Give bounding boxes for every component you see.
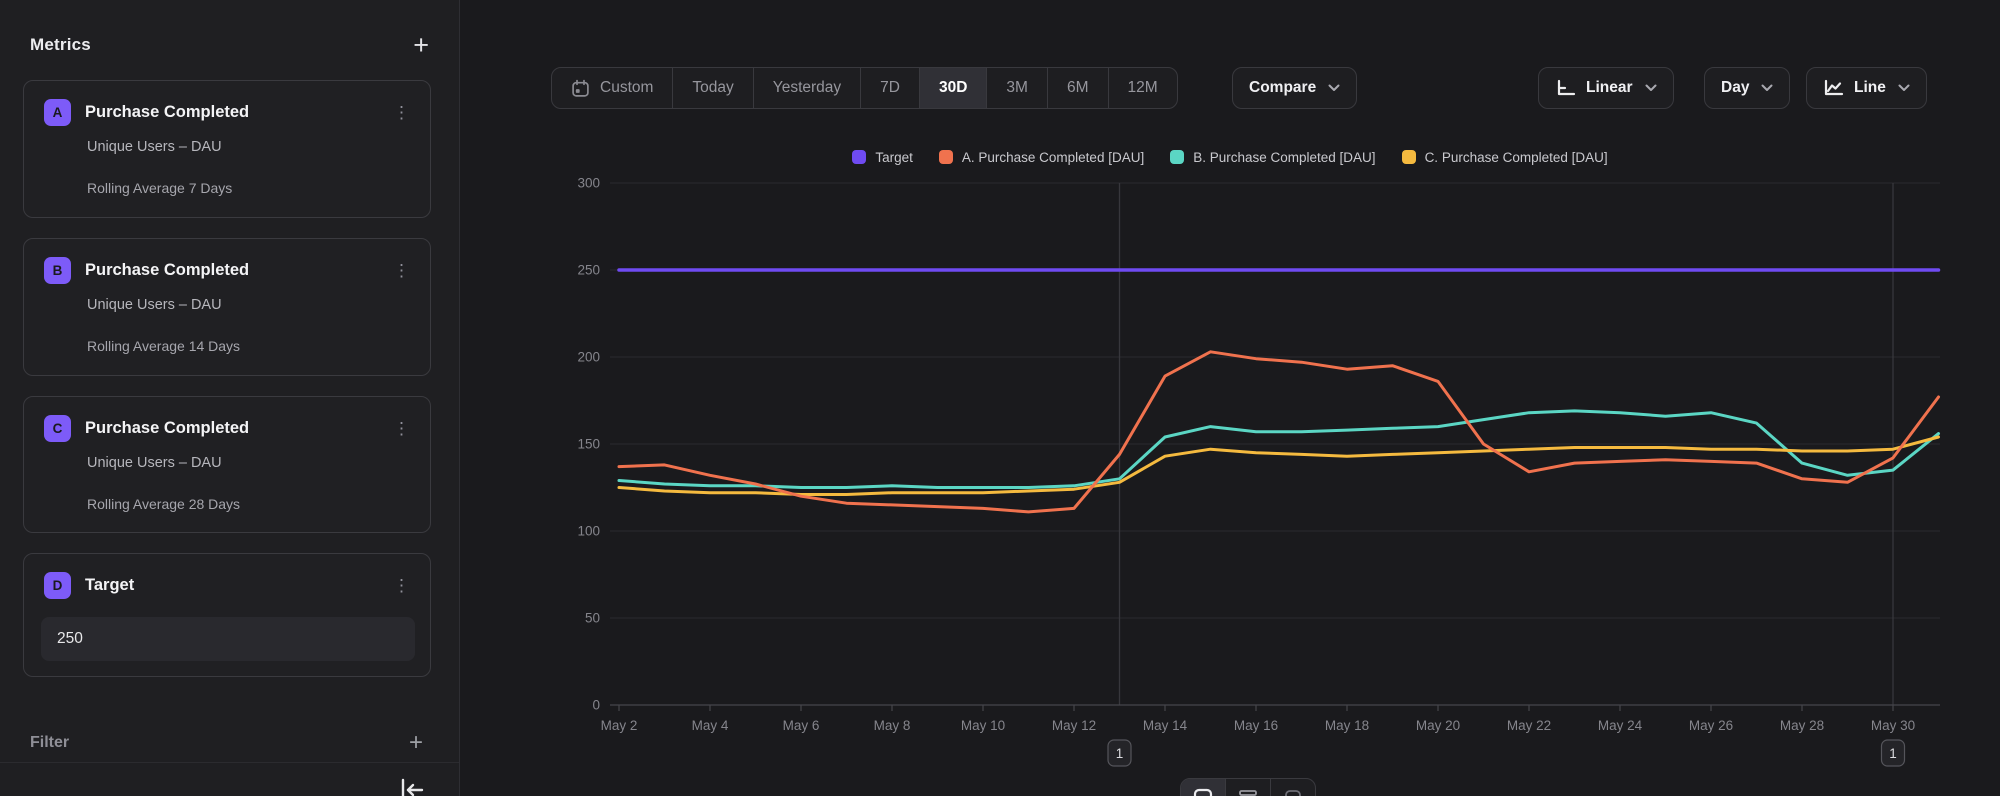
- card-outline-icon: [1283, 788, 1303, 796]
- y-axis-label: 300: [577, 176, 600, 191]
- chart-canvas[interactable]: 0 50 100 150 200 250 300 May 2 May 4 May 6 May 8 Ma…: [460, 0, 2000, 796]
- x-axis-label: May 24: [1598, 718, 1643, 733]
- metric-measure-b: Unique Users – DAU: [87, 297, 222, 313]
- filter-section: Filter +: [30, 728, 423, 758]
- card-view-button[interactable]: [1271, 779, 1315, 796]
- metric-transform-c: Rolling Average 28 Days: [87, 496, 240, 512]
- metric-card-d[interactable]: D Target ⋮ 250: [23, 553, 431, 677]
- kebab-menu-icon[interactable]: ⋮: [387, 102, 416, 123]
- metric-title-a: Purchase Completed: [85, 103, 387, 122]
- series-line-c: [619, 437, 1939, 495]
- metric-measure-c: Unique Users – DAU: [87, 455, 222, 471]
- metric-badge-b: B: [44, 257, 71, 284]
- x-axis-label: May 10: [961, 718, 1005, 733]
- y-axis-label: 0: [592, 698, 600, 713]
- x-axis-label: May 28: [1780, 718, 1824, 733]
- metric-card-c[interactable]: C Purchase Completed ⋮ Unique Users – DA…: [23, 396, 431, 533]
- filter-label: Filter: [30, 734, 69, 752]
- metric-card-b[interactable]: B Purchase Completed ⋮ Unique Users – DA…: [23, 238, 431, 376]
- metric-badge-c: C: [44, 415, 71, 442]
- chart-view-button[interactable]: [1181, 779, 1226, 796]
- y-axis-label: 50: [585, 611, 600, 626]
- metric-measure-a: Unique Users – DAU: [87, 139, 222, 155]
- metric-transform-a: Rolling Average 7 Days: [87, 180, 232, 196]
- x-axis-label: May 2: [601, 718, 638, 733]
- x-axis-label: May 18: [1325, 718, 1369, 733]
- target-value-input[interactable]: 250: [41, 617, 415, 661]
- metric-title-d: Target: [85, 576, 387, 595]
- add-filter-button[interactable]: +: [409, 730, 423, 756]
- metric-transform-b: Rolling Average 14 Days: [87, 338, 240, 354]
- metric-card-a[interactable]: A Purchase Completed ⋮ Unique Users – DA…: [23, 80, 431, 218]
- x-axis-label: May 20: [1416, 718, 1460, 733]
- y-axis-label: 250: [577, 263, 600, 278]
- metrics-sidebar: Metrics + A Purchase Completed ⋮ Unique …: [0, 0, 460, 796]
- table-rows-icon: [1238, 788, 1258, 796]
- kebab-menu-icon[interactable]: ⋮: [387, 418, 416, 439]
- table-view-button[interactable]: [1226, 779, 1271, 796]
- metric-title-b: Purchase Completed: [85, 261, 387, 280]
- metric-badge-d: D: [44, 572, 71, 599]
- kebab-menu-icon[interactable]: ⋮: [387, 575, 416, 596]
- x-axis-label: May 16: [1234, 718, 1278, 733]
- x-axis-label: May 14: [1143, 718, 1188, 733]
- add-metric-button[interactable]: +: [413, 32, 429, 58]
- metric-card-a-header: A Purchase Completed ⋮: [44, 98, 416, 126]
- x-axis-label: May 6: [783, 718, 820, 733]
- annotation-badge-label: 1: [1116, 746, 1124, 761]
- collapse-left-icon: [398, 778, 424, 796]
- x-axis-label: May 8: [874, 718, 911, 733]
- x-axis-label: May 30: [1871, 718, 1915, 733]
- x-axis-label: May 4: [692, 718, 729, 733]
- metric-title-c: Purchase Completed: [85, 419, 387, 438]
- metric-card-d-header: D Target ⋮: [44, 571, 416, 599]
- sidebar-header: Metrics +: [30, 30, 429, 60]
- annotation-badge-label: 1: [1889, 746, 1897, 761]
- collapse-sidebar-button[interactable]: [398, 778, 424, 796]
- y-axis-label: 200: [577, 350, 600, 365]
- y-axis-label: 150: [577, 437, 600, 452]
- metric-card-c-header: C Purchase Completed ⋮: [44, 414, 416, 442]
- x-axis-label: May 26: [1689, 718, 1733, 733]
- sidebar-divider: [0, 762, 459, 763]
- y-axis-label: 100: [577, 524, 600, 539]
- metric-card-b-header: B Purchase Completed ⋮: [44, 256, 416, 284]
- kebab-menu-icon[interactable]: ⋮: [387, 260, 416, 281]
- bottom-view-toggle: [1180, 778, 1316, 796]
- x-axis-label: May 12: [1052, 718, 1096, 733]
- x-axis-label: May 22: [1507, 718, 1551, 733]
- sidebar-title: Metrics: [30, 35, 91, 55]
- chart-card-icon: [1193, 788, 1213, 796]
- metric-badge-a: A: [44, 99, 71, 126]
